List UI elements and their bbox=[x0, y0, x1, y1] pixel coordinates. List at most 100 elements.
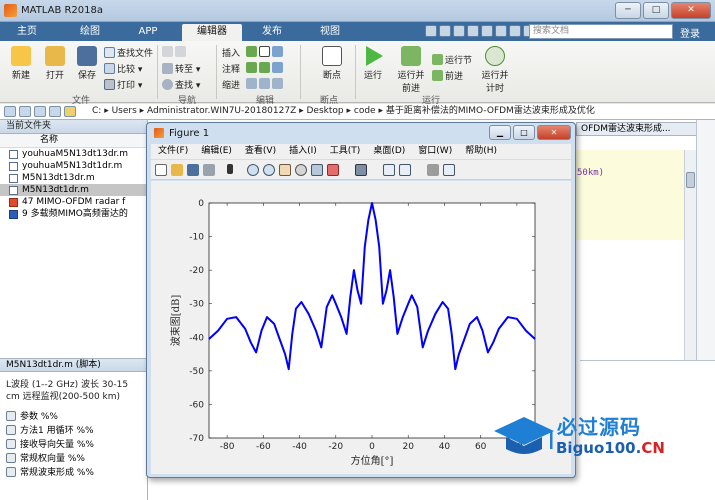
details-section[interactable]: 接收导向矢量 %% bbox=[6, 437, 94, 450]
save-button[interactable]: 保存 bbox=[72, 46, 102, 81]
quick-redo-icon[interactable] bbox=[495, 25, 507, 37]
zoom-out-icon[interactable] bbox=[263, 164, 275, 176]
breadcrumb-item[interactable]: C: bbox=[92, 106, 101, 116]
menu-insert[interactable]: 插入(I) bbox=[289, 144, 317, 159]
details-section[interactable]: 常规权向量 %% bbox=[6, 451, 85, 464]
open-file-icon[interactable] bbox=[171, 164, 183, 176]
figure-minimize-button[interactable]: ▁ bbox=[489, 125, 511, 140]
find-files-button[interactable]: 查找文件 bbox=[104, 46, 153, 59]
indent-button[interactable]: 缩进 bbox=[222, 78, 240, 91]
menu-window[interactable]: 窗口(W) bbox=[418, 144, 452, 159]
quick-switch-icon[interactable] bbox=[509, 25, 521, 37]
editor-code-text[interactable]: 50km) bbox=[577, 168, 604, 178]
print-figure-icon[interactable] bbox=[203, 164, 215, 176]
menu-file[interactable]: 文件(F) bbox=[158, 144, 188, 159]
menu-edit[interactable]: 编辑(E) bbox=[201, 144, 232, 159]
minimize-button[interactable]: ─ bbox=[615, 2, 641, 19]
up-folder-icon[interactable] bbox=[34, 106, 46, 117]
pan-hand-icon[interactable] bbox=[279, 164, 291, 176]
breadcrumb-item[interactable]: Administrator.WIN7U-20180127Z bbox=[147, 106, 296, 116]
run-section-button[interactable]: 运行节 bbox=[432, 53, 472, 66]
list-item[interactable]: youhuaM5N13dt1dr.m bbox=[0, 160, 147, 172]
breadcrumb-item[interactable]: code bbox=[354, 106, 376, 116]
current-folder-bar[interactable]: C: ▸ Users ▸ Administrator.WIN7U-2018012… bbox=[0, 104, 715, 120]
rotate-3d-icon[interactable] bbox=[295, 164, 307, 176]
close-button[interactable]: ✕ bbox=[671, 2, 711, 19]
new-icon bbox=[11, 46, 31, 66]
list-item[interactable]: youhuaM5N13dt13dr.m bbox=[0, 148, 147, 160]
tab-view[interactable]: 视图 bbox=[308, 24, 352, 41]
find-button[interactable]: 查找 ▾ bbox=[162, 78, 200, 91]
quick-copy-icon[interactable] bbox=[453, 25, 465, 37]
run-and-time-button[interactable]: 运行并 计时 bbox=[478, 46, 512, 94]
figure-close-button[interactable]: ✕ bbox=[537, 125, 571, 140]
editor-scrollbar[interactable] bbox=[684, 150, 696, 362]
new-button[interactable]: 新建 bbox=[6, 46, 36, 81]
scrollbar-thumb[interactable] bbox=[686, 172, 695, 188]
tab-plots[interactable]: 绘图 bbox=[68, 24, 112, 41]
pointer-icon[interactable] bbox=[227, 164, 233, 174]
figure-maximize-button[interactable]: □ bbox=[513, 125, 535, 140]
plot-area[interactable] bbox=[208, 202, 536, 439]
nav-star-buttons[interactable] bbox=[162, 46, 188, 58]
figure-menu-bar: 文件(F) 编辑(E) 查看(V) 插入(I) 工具(T) 桌面(D) 窗口(W… bbox=[151, 144, 571, 159]
print-button[interactable]: 打印 ▾ bbox=[104, 78, 142, 91]
open-button[interactable]: 打开 bbox=[40, 46, 70, 81]
menu-help[interactable]: 帮助(H) bbox=[465, 144, 497, 159]
details-section[interactable]: 参数 %% bbox=[6, 409, 58, 422]
quick-paste-icon[interactable] bbox=[467, 25, 479, 37]
editor-tab[interactable]: OFDM雷达波束形成... bbox=[576, 122, 708, 136]
edit-tool-icons-row1[interactable] bbox=[246, 46, 285, 58]
run-button[interactable]: 运行 bbox=[358, 46, 388, 81]
breadcrumb-item[interactable]: Desktop bbox=[307, 106, 344, 116]
menu-tools[interactable]: 工具(T) bbox=[330, 144, 361, 159]
run-and-advance-button[interactable]: 运行并 前进 bbox=[392, 46, 430, 94]
insert-legend-icon[interactable] bbox=[399, 164, 411, 176]
list-item-selected[interactable]: M5N13dt1dr.m bbox=[0, 184, 147, 196]
tab-editor[interactable]: 编辑器 bbox=[182, 24, 242, 41]
search-input[interactable]: 搜索文档 bbox=[529, 24, 673, 39]
data-cursor-icon[interactable] bbox=[311, 164, 323, 176]
link-plot-icon[interactable] bbox=[355, 164, 367, 176]
zoom-in-icon[interactable] bbox=[247, 164, 259, 176]
back-icon[interactable] bbox=[4, 106, 16, 117]
quick-save-icon[interactable] bbox=[425, 25, 437, 37]
menu-desktop[interactable]: 桌面(D) bbox=[373, 144, 405, 159]
group-separator bbox=[300, 45, 301, 99]
list-item[interactable]: 47 MIMO-OFDM radar f bbox=[0, 196, 147, 208]
compare-button[interactable]: 比较 ▾ bbox=[104, 62, 142, 75]
quick-undo-icon[interactable] bbox=[481, 25, 493, 37]
show-plot-tools-icon[interactable] bbox=[443, 164, 455, 176]
maximize-button[interactable]: □ bbox=[643, 2, 669, 19]
quick-cut-icon[interactable] bbox=[439, 25, 451, 37]
save-figure-icon[interactable] bbox=[187, 164, 199, 176]
forward-icon[interactable] bbox=[19, 106, 31, 117]
tab-publish[interactable]: 发布 bbox=[250, 24, 294, 41]
column-header-name[interactable]: 名称 bbox=[0, 134, 147, 148]
details-section[interactable]: 常规波束形成 %% bbox=[6, 465, 94, 478]
tab-apps[interactable]: APP bbox=[126, 24, 170, 41]
advance-button[interactable]: 前进 bbox=[432, 69, 463, 82]
tab-home[interactable]: 主页 bbox=[8, 24, 46, 41]
stopwatch-icon bbox=[485, 46, 505, 66]
hide-plot-tools-icon[interactable] bbox=[427, 164, 439, 176]
list-item[interactable]: M5N13dt13dr.m bbox=[0, 172, 147, 184]
insert-button[interactable]: 插入 bbox=[222, 46, 240, 59]
details-section[interactable]: 方法1 用循环 %% bbox=[6, 423, 94, 436]
edit-tool-icons-row3[interactable] bbox=[246, 78, 285, 90]
figure-title-bar[interactable]: Figure 1 ▁ □ ✕ bbox=[147, 123, 575, 143]
new-figure-icon[interactable] bbox=[155, 164, 167, 176]
brush-icon[interactable] bbox=[327, 164, 339, 176]
breakpoints-button[interactable]: 断点 bbox=[312, 46, 352, 81]
browse-folder-icon[interactable] bbox=[49, 106, 61, 117]
breadcrumb-item[interactable]: Users bbox=[112, 106, 137, 116]
edit-tool-icons-row2[interactable] bbox=[246, 62, 285, 74]
goto-button[interactable]: 转至 ▾ bbox=[162, 62, 200, 75]
list-item[interactable]: 9 多载频MIMO高频雷达的 bbox=[0, 208, 147, 220]
m-file-icon bbox=[9, 162, 18, 171]
insert-colorbar-icon[interactable] bbox=[383, 164, 395, 176]
breadcrumb-item[interactable]: 基于距离补偿法的MIMO-OFDM雷达波束形成及优化 bbox=[386, 106, 595, 116]
comment-button[interactable]: 注释 bbox=[222, 62, 240, 75]
login-link[interactable]: 登录 bbox=[680, 25, 700, 40]
menu-view[interactable]: 查看(V) bbox=[245, 144, 276, 159]
